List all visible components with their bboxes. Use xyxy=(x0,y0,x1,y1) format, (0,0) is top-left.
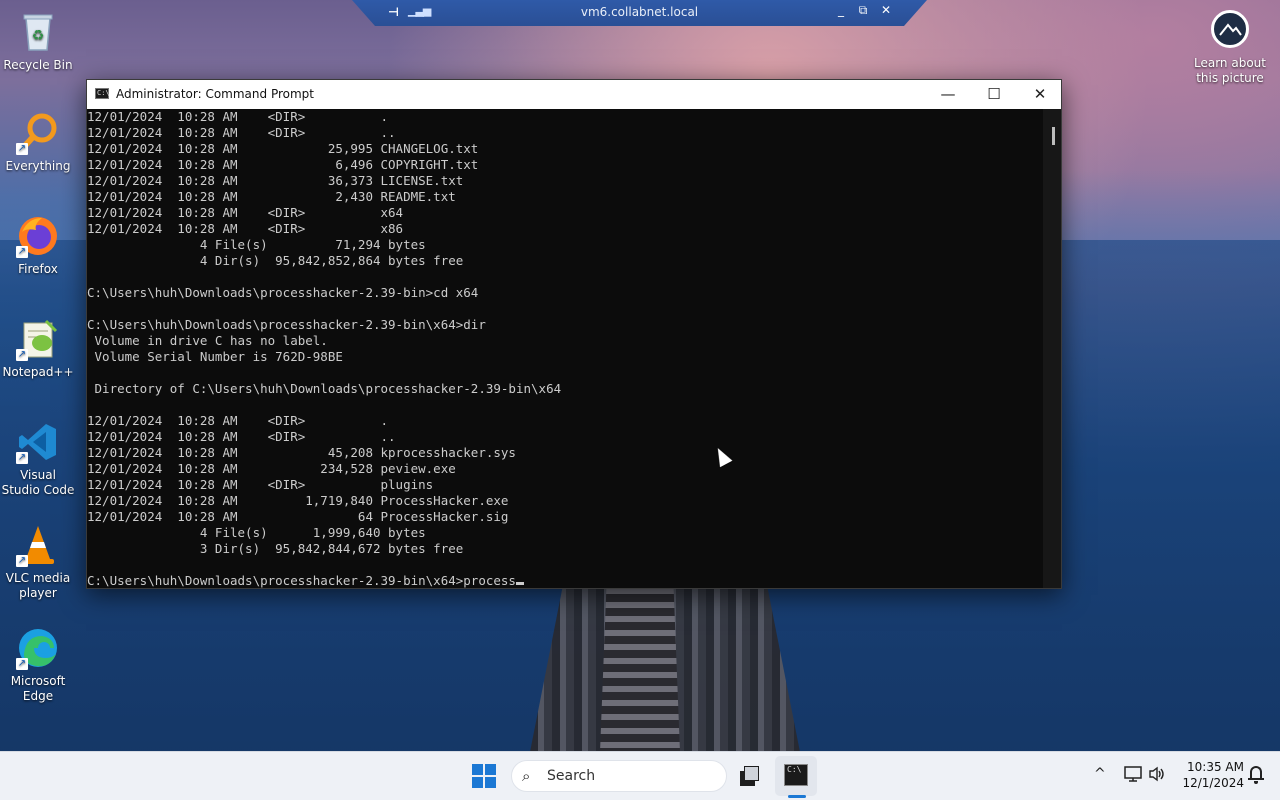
console-line: 12/01/2024 10:28 AM 45,208 kprocesshacke… xyxy=(87,445,516,460)
console-line: 12/01/2024 10:28 AM 6,496 COPYRIGHT.txt xyxy=(87,157,479,172)
console-line: 12/01/2024 10:28 AM <DIR> .. xyxy=(87,429,396,444)
console-prompt-text: C:\Users\huh\Downloads\processhacker-2.3… xyxy=(87,573,516,588)
system-clock[interactable]: 10:35 AM 12/1/2024 xyxy=(1172,759,1244,791)
search-icon: ⌕ xyxy=(522,767,531,785)
clock-time: 10:35 AM xyxy=(1187,760,1244,774)
shortcut-arrow-icon: ↗ xyxy=(16,658,28,670)
console-output[interactable]: 12/01/2024 10:28 AM <DIR> . 12/01/2024 10… xyxy=(87,109,1043,588)
console-prompt-line[interactable]: C:\Users\huh\Downloads\processhacker-2.3… xyxy=(87,573,1043,588)
desktop-icon-label: VLC media player xyxy=(5,571,71,600)
console-line: 12/01/2024 10:28 AM 2,430 README.txt xyxy=(87,189,456,204)
svg-text:♻: ♻ xyxy=(32,28,45,44)
minimize-button[interactable]: — xyxy=(925,80,971,109)
wallpaper-pier-steps xyxy=(600,588,680,752)
console-line: 12/01/2024 10:28 AM <DIR> . xyxy=(87,413,389,428)
desktop-icon-notepadpp[interactable]: ↗ Notepad++ xyxy=(0,317,76,380)
desktop-icon-label: Everything xyxy=(5,159,71,173)
console-line: Directory of C:\Users\huh\Downloads\proc… xyxy=(87,381,562,396)
console-line: 12/01/2024 10:28 AM 36,373 LICENSE.txt xyxy=(87,173,464,188)
maximize-button[interactable]: ☐ xyxy=(971,80,1017,109)
desktop-icon-firefox[interactable]: ↗ Firefox xyxy=(0,214,76,277)
search-label: Search xyxy=(547,768,596,784)
windows-logo-icon xyxy=(472,764,483,775)
notifications-bell-icon[interactable] xyxy=(1248,766,1264,784)
window-titlebar[interactable]: C:\ Administrator: Command Prompt — ☐ ✕ xyxy=(87,80,1061,109)
console-line: 12/01/2024 10:28 AM <DIR> . xyxy=(87,109,389,124)
desktop-icon-label: Firefox xyxy=(18,262,58,276)
console-line: 12/01/2024 10:28 AM <DIR> x86 xyxy=(87,221,404,236)
everything-search-icon: ↗ xyxy=(16,111,60,155)
desktop-icon-everything[interactable]: ↗ Everything xyxy=(0,111,76,174)
console-line: 4 File(s) 1,999,640 bytes xyxy=(87,525,426,540)
active-app-indicator xyxy=(788,795,806,798)
console-line: 4 File(s) 71,294 bytes xyxy=(87,237,426,252)
cmd-app-icon: C:\ xyxy=(95,88,110,99)
text-cursor xyxy=(515,582,524,585)
desktop-icon-edge[interactable]: ↗ Microsoft Edge xyxy=(0,626,76,704)
desktop-icon-label: Visual Studio Code xyxy=(1,468,75,497)
console-line: C:\Users\huh\Downloads\processhacker-2.3… xyxy=(87,285,479,300)
vlc-icon: ↗ xyxy=(16,523,60,567)
console-line: 12/01/2024 10:28 AM <DIR> plugins xyxy=(87,477,434,492)
desktop-icon-label: Notepad++ xyxy=(2,365,74,379)
rdp-restore-button[interactable]: ⧉ xyxy=(854,3,872,18)
rdp-minimize-button[interactable]: _ xyxy=(832,3,850,17)
volume-icon[interactable] xyxy=(1148,766,1166,786)
taskbar-search[interactable]: ⌕ Search xyxy=(511,760,727,792)
console-line: 12/01/2024 10:28 AM <DIR> x64 xyxy=(87,205,404,220)
console-line: 12/01/2024 10:28 AM 25,995 CHANGELOG.txt xyxy=(87,141,479,156)
console-line: C:\Users\huh\Downloads\processhacker-2.3… xyxy=(87,317,486,332)
console-scrollbar[interactable] xyxy=(1043,109,1061,588)
console-line: Volume Serial Number is 762D-98BE xyxy=(87,349,343,364)
shortcut-arrow-icon: ↗ xyxy=(16,143,28,155)
console-line: 12/01/2024 10:28 AM 234,528 peview.exe xyxy=(87,461,456,476)
shortcut-arrow-icon: ↗ xyxy=(16,555,28,567)
taskbar-command-prompt-icon[interactable]: C:\ xyxy=(784,764,808,786)
console-line: Volume in drive C has no label. xyxy=(87,333,328,348)
shortcut-arrow-icon: ↗ xyxy=(16,246,28,258)
learn-about-picture[interactable]: Learn about this picture xyxy=(1192,10,1268,86)
shortcut-arrow-icon: ↗ xyxy=(16,452,28,464)
console-line: 12/01/2024 10:28 AM 1,719,840 ProcessHac… xyxy=(87,493,509,508)
desktop-icon-vscode[interactable]: ↗ Visual Studio Code xyxy=(0,420,76,498)
vscode-icon: ↗ xyxy=(16,420,60,464)
desktop-icon-recycle-bin[interactable]: ♻ Recycle Bin xyxy=(0,10,76,73)
console-line: 12/01/2024 10:28 AM 64 ProcessHacker.sig xyxy=(87,509,509,524)
console-line: 4 Dir(s) 95,842,852,864 bytes free xyxy=(87,253,464,268)
window-title: Administrator: Command Prompt xyxy=(116,87,314,101)
close-button[interactable]: ✕ xyxy=(1017,80,1063,109)
desktop-icon-label: Recycle Bin xyxy=(3,58,73,72)
command-prompt-window[interactable]: C:\ Administrator: Command Prompt — ☐ ✕ … xyxy=(86,79,1062,589)
desktop-icon-label: Microsoft Edge xyxy=(10,674,66,703)
console-line: 3 Dir(s) 95,842,844,672 bytes free xyxy=(87,541,464,556)
desktop-icon-vlc[interactable]: ↗ VLC media player xyxy=(0,523,76,601)
show-hidden-icons-chevron-icon[interactable]: ^ xyxy=(1094,766,1106,782)
rdp-connection-bar: ⊣ ▁▃▅ vm6.collabnet.local _ ⧉ ✕ xyxy=(352,0,927,26)
rdp-close-button[interactable]: ✕ xyxy=(877,3,895,17)
recycle-bin-icon: ♻ xyxy=(16,10,60,54)
scrollbar-thumb[interactable] xyxy=(1052,127,1055,145)
start-button[interactable] xyxy=(472,764,496,788)
learn-about-picture-icon xyxy=(1211,10,1249,48)
firefox-icon: ↗ xyxy=(16,214,60,258)
taskbar: ⌕ Search C:\ ^ 10:35 AM 12/1/2024 xyxy=(0,751,1280,800)
clock-date: 12/1/2024 xyxy=(1182,776,1244,790)
edge-icon: ↗ xyxy=(16,626,60,670)
learn-about-picture-label: Learn about this picture xyxy=(1194,56,1266,85)
notepadpp-icon: ↗ xyxy=(16,317,60,361)
console-line: 12/01/2024 10:28 AM <DIR> .. xyxy=(87,125,396,140)
shortcut-arrow-icon: ↗ xyxy=(16,349,28,361)
network-icon[interactable] xyxy=(1124,766,1142,786)
task-view-icon[interactable] xyxy=(740,766,760,786)
